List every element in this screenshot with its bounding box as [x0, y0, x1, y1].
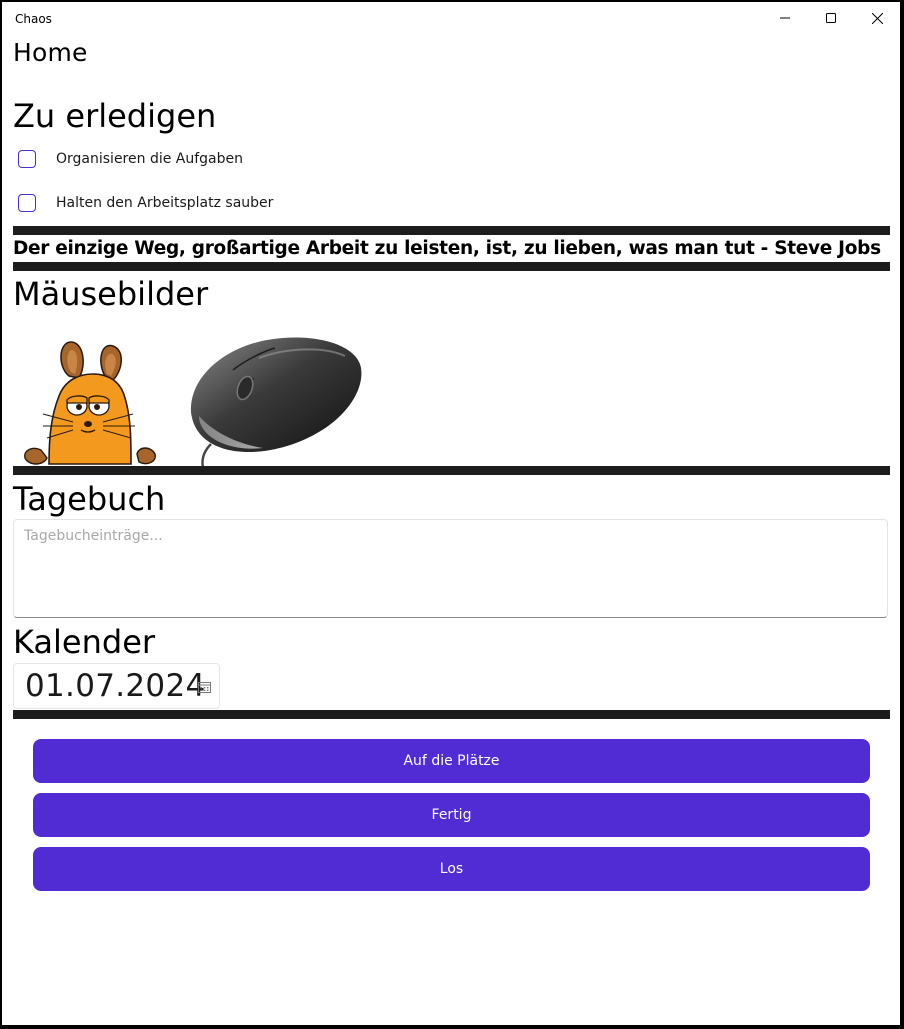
computer-mouse-image [190, 337, 362, 468]
diary-heading: Tagebuch [13, 480, 166, 518]
window-title: Chaos [15, 12, 52, 26]
close-icon [871, 12, 883, 24]
todo-item[interactable]: Halten den Arbeitsplatz sauber [18, 191, 273, 215]
date-picker[interactable]: 01.07.2024 [13, 663, 220, 709]
page-title: Home [13, 38, 88, 67]
minimize-icon [780, 17, 790, 19]
cartoon-mouse-image [24, 341, 156, 465]
todo-label: Organisieren die Aufgaben [56, 151, 243, 167]
calendar-icon [198, 682, 211, 693]
minimize-button[interactable] [762, 2, 808, 34]
divider [13, 710, 890, 719]
mouse-images-heading: Mäusebilder [13, 275, 209, 313]
todo-item[interactable]: Organisieren die Aufgaben [18, 147, 243, 171]
maximize-button[interactable] [808, 2, 854, 34]
title-bar[interactable]: Chaos [2, 2, 900, 34]
todo-checkbox[interactable] [18, 150, 36, 168]
maximize-icon [826, 13, 836, 23]
todo-heading: Zu erledigen [13, 97, 217, 135]
divider [13, 262, 890, 271]
divider [13, 466, 890, 475]
date-value: 01.07.2024 [25, 668, 206, 704]
calendar-heading: Kalender [13, 623, 156, 661]
go-button[interactable]: Los [33, 847, 870, 891]
mouse-images-gallery [24, 337, 362, 468]
quote-text: Der einzige Weg, großartige Arbeit zu le… [13, 238, 881, 259]
ready-button[interactable]: Fertig [33, 793, 870, 837]
places-button[interactable]: Auf die Plätze [33, 739, 870, 783]
close-button[interactable] [854, 2, 900, 34]
divider [13, 226, 890, 235]
diary-input[interactable] [13, 519, 888, 618]
todo-checkbox[interactable] [18, 194, 36, 212]
todo-label: Halten den Arbeitsplatz sauber [56, 195, 274, 211]
app-window: Chaos Home Zu erledigen Organisieren die… [2, 2, 900, 1025]
